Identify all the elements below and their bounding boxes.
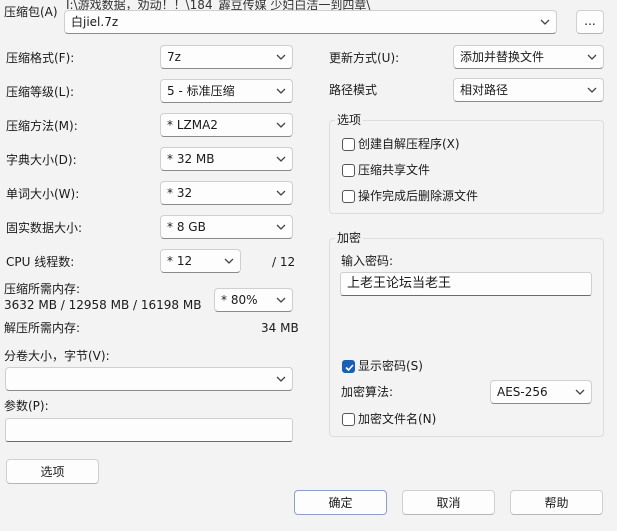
level-select[interactable]: 5 - 标准压缩	[160, 79, 293, 103]
chevron-down-icon	[587, 87, 597, 93]
update-select[interactable]: 添加并替换文件	[453, 45, 604, 69]
encrypt-names-checkbox[interactable]	[342, 413, 355, 426]
chevron-down-icon	[587, 54, 597, 60]
level-value: 5 - 标准压缩	[167, 84, 235, 98]
split-label: 分卷大小，字节(V):	[4, 349, 110, 363]
shared-label[interactable]: 压缩共享文件	[358, 162, 430, 178]
params-input[interactable]	[5, 418, 293, 442]
delete-label[interactable]: 操作完成后删除源文件	[358, 188, 478, 204]
dict-select[interactable]: * 32 MB	[160, 147, 293, 171]
word-select[interactable]: * 32	[160, 181, 293, 205]
options-group-title: 选项	[335, 113, 364, 127]
chevron-down-icon	[276, 156, 286, 162]
solid-label: 固实数据大小:	[6, 221, 83, 235]
sfx-label[interactable]: 创建自解压程序(X)	[358, 136, 460, 152]
update-value: 添加并替换文件	[460, 50, 545, 64]
format-value: 7z	[167, 50, 181, 64]
level-label: 压缩等级(L):	[6, 85, 75, 99]
chevron-down-icon	[540, 19, 550, 25]
chevron-down-icon	[276, 88, 286, 94]
cpu-label: CPU 线程数:	[6, 255, 75, 269]
show-password-checkbox[interactable]	[342, 360, 355, 373]
mem-detail: 3632 MB / 12958 MB / 16198 MB	[4, 298, 202, 312]
cpu-select[interactable]: * 12	[160, 249, 241, 273]
params-label: 参数(P):	[4, 399, 49, 413]
dict-label: 字典大小(D):	[6, 153, 77, 167]
word-label: 单词大小(W):	[6, 187, 80, 201]
path-mode-select[interactable]: 相对路径	[453, 78, 604, 102]
mem-label: 压缩所需内存:	[4, 282, 81, 296]
help-button[interactable]: 帮助	[510, 490, 603, 515]
algo-label: 加密算法:	[341, 385, 394, 399]
delete-checkbox[interactable]	[342, 190, 355, 203]
method-label: 压缩方法(M):	[6, 119, 78, 133]
chevron-down-icon	[575, 389, 585, 395]
archive-name-combo[interactable]: 白jiel.7z	[64, 10, 557, 34]
browse-button[interactable]: ...	[576, 10, 604, 34]
archive-name-value: 白jiel.7z	[71, 15, 119, 29]
options-button[interactable]: 选项	[6, 459, 99, 484]
chevron-down-icon	[276, 190, 286, 196]
chevron-down-icon	[276, 224, 286, 230]
word-value: * 32	[167, 186, 193, 200]
chevron-down-icon	[276, 297, 286, 303]
format-select[interactable]: 7z	[160, 45, 293, 69]
format-label: 压缩格式(F):	[6, 51, 75, 65]
cpu-value: * 12	[167, 254, 193, 268]
method-value: * LZMA2	[167, 118, 218, 132]
chevron-down-icon	[276, 54, 286, 60]
chevron-down-icon	[276, 376, 286, 382]
mem-select[interactable]: * 80%	[214, 288, 293, 312]
sfx-checkbox[interactable]	[342, 138, 355, 151]
archive-label: 压缩包(A)	[4, 5, 58, 19]
decomp-label: 解压所需内存:	[4, 321, 81, 335]
method-select[interactable]: * LZMA2	[160, 113, 293, 137]
algo-value: AES-256	[497, 385, 548, 399]
dict-value: * 32 MB	[167, 152, 215, 166]
mem-value: * 80%	[221, 293, 258, 307]
solid-value: * 8 GB	[167, 220, 206, 234]
split-combo[interactable]	[5, 367, 293, 391]
password-label: 输入密码:	[341, 254, 394, 268]
cancel-button[interactable]: 取消	[402, 490, 495, 515]
algo-select[interactable]: AES-256	[490, 380, 592, 404]
show-password-label[interactable]: 显示密码(S)	[358, 358, 423, 374]
cpu-total: / 12	[272, 255, 296, 269]
decomp-value: 34 MB	[261, 321, 299, 335]
password-input[interactable]: 上老王论坛当老王	[340, 272, 592, 296]
encrypt-names-label[interactable]: 加密文件名(N)	[358, 411, 436, 427]
path-mode-value: 相对路径	[460, 83, 509, 97]
solid-select[interactable]: * 8 GB	[160, 215, 293, 239]
encrypt-group-title: 加密	[335, 231, 364, 245]
shared-checkbox[interactable]	[342, 164, 355, 177]
chevron-down-icon	[276, 122, 286, 128]
ok-button[interactable]: 确定	[294, 490, 387, 515]
update-label: 更新方式(U):	[329, 51, 400, 65]
chevron-down-icon	[224, 258, 234, 264]
path-mode-label: 路径模式	[329, 83, 378, 97]
checkmark-icon	[345, 364, 354, 372]
